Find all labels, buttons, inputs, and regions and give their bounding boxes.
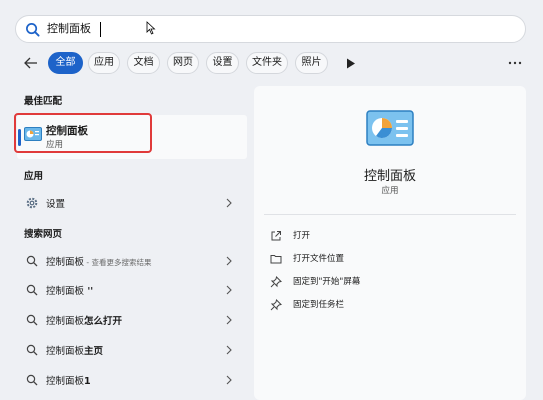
tab-web[interactable]: 网页 [167, 52, 199, 74]
control-panel-icon [366, 110, 414, 146]
apps-heading: 应用 [24, 171, 44, 182]
best-match-heading: 最佳匹配 [24, 96, 63, 107]
search-icon [26, 255, 38, 267]
results-list: 最佳匹配 控制面板 应用 应用 设置 搜索网页 控制面板 - 查看更多搜索结果 … [0, 86, 250, 400]
best-match-name: 控制面板 [46, 125, 88, 137]
best-match-type: 应用 [46, 140, 64, 150]
divider [264, 214, 516, 215]
app-result-settings[interactable]: 设置 [18, 190, 246, 216]
selection-indicator [18, 129, 21, 146]
result-label: 控制面板 - 查看更多搜索结果 [46, 257, 152, 268]
result-label: 控制面板怎么打开 [46, 316, 123, 327]
chevron-right-icon[interactable] [226, 285, 232, 295]
web-result[interactable]: 控制面板 - 查看更多搜索结果 [18, 248, 246, 274]
detail-pane: 控制面板 应用 打开 打开文件位置 固定到"开始"屏幕 固定到任务栏 [254, 86, 526, 400]
tab-settings[interactable]: 设置 [206, 52, 239, 74]
folder-icon [270, 255, 282, 264]
chevron-right-icon[interactable] [226, 256, 232, 266]
web-search-heading: 搜索网页 [24, 229, 63, 240]
pin-icon [270, 276, 282, 288]
search-icon [26, 284, 38, 296]
result-label: 控制面板主页 [46, 346, 104, 357]
result-label: 控制面板 '' [46, 286, 94, 297]
play-icon[interactable] [346, 58, 356, 69]
action-label: 打开文件位置 [293, 254, 345, 264]
action-label: 固定到任务栏 [293, 300, 345, 310]
web-result[interactable]: 控制面板主页 [18, 337, 246, 363]
web-result[interactable]: 控制面板 '' [18, 277, 246, 303]
chevron-right-icon[interactable] [226, 198, 232, 208]
back-arrow-icon[interactable] [22, 54, 40, 72]
mouse-cursor-icon [146, 21, 156, 35]
text-caret [100, 22, 101, 37]
open-icon [271, 231, 281, 241]
search-icon [26, 374, 38, 386]
detail-app-type: 应用 [381, 186, 399, 196]
tab-documents[interactable]: 文档 [127, 52, 160, 74]
web-result[interactable]: 控制面板怎么打开 [18, 307, 246, 333]
tab-folders[interactable]: 文件夹 [246, 52, 288, 74]
tab-apps[interactable]: 应用 [88, 52, 120, 74]
web-result[interactable]: 控制面板1 [18, 367, 246, 393]
search-box[interactable]: 控制面板 [15, 15, 526, 43]
chevron-right-icon[interactable] [226, 375, 232, 385]
settings-gear-icon [26, 197, 38, 209]
chevron-right-icon[interactable] [226, 345, 232, 355]
tab-photos[interactable]: 照片 [295, 52, 328, 74]
action-label: 打开 [293, 231, 311, 241]
action-label: 固定到"开始"屏幕 [293, 277, 361, 287]
control-panel-icon [24, 127, 42, 141]
search-icon [26, 344, 38, 356]
result-label: 设置 [46, 199, 66, 210]
search-icon [26, 23, 40, 37]
more-options-icon[interactable] [507, 58, 523, 68]
tab-all[interactable]: 全部 [48, 52, 83, 74]
search-icon [26, 314, 38, 326]
chevron-right-icon[interactable] [226, 315, 232, 325]
result-label: 控制面板1 [46, 376, 91, 387]
detail-app-name: 控制面板 [363, 169, 416, 184]
pin-icon [270, 299, 282, 311]
search-input[interactable]: 控制面板 [47, 21, 91, 37]
